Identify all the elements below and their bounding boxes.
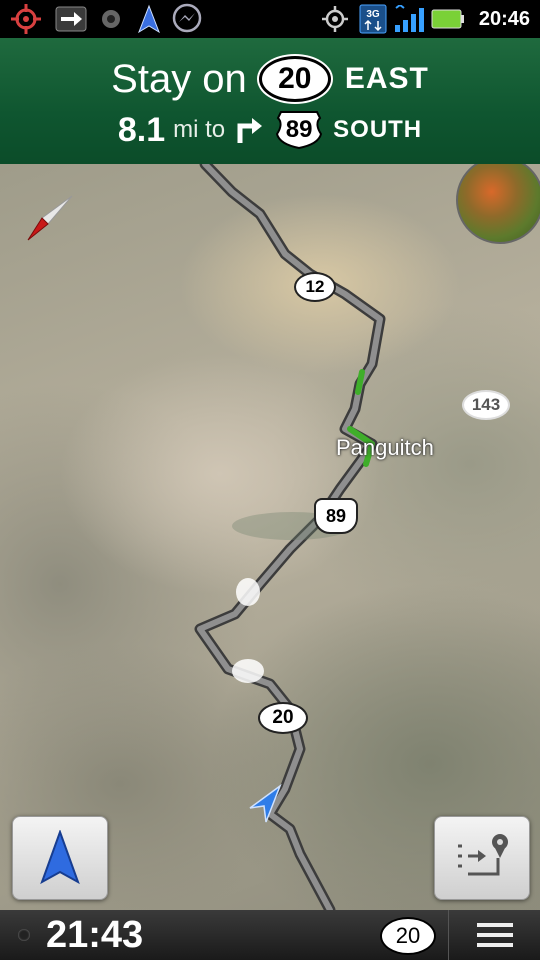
route-143-shield: 143 — [462, 390, 510, 420]
crosshair-gps-icon — [8, 4, 44, 34]
instruction-prefix: Stay on — [111, 56, 247, 101]
route-89-shield: 89 — [314, 498, 358, 534]
battery-icon — [430, 4, 466, 34]
menu-icon — [477, 923, 513, 947]
current-position-arrow-icon — [248, 783, 284, 829]
route-list-icon — [458, 834, 508, 876]
gps-target-icon — [320, 4, 350, 34]
right-turn-icon — [235, 115, 265, 145]
navigation-banner[interactable]: Stay on 20 EAST 8.1 mi to 89 SOUTH — [0, 38, 540, 164]
status-bar: 3G 20:46 — [0, 0, 540, 38]
status-clock: 20:46 — [478, 8, 530, 30]
map-view[interactable]: 12 143 89 20 Panguitch — [0, 164, 540, 910]
route-overview-button[interactable] — [434, 816, 530, 900]
network-type-label: 3G — [366, 9, 380, 20]
navigation-arrow-icon — [40, 830, 80, 885]
status-dot-icon — [18, 929, 30, 941]
messenger-icon — [168, 3, 206, 34]
distance-unit: mi to — [173, 116, 226, 143]
arrival-time[interactable]: 21:43 — [46, 912, 143, 958]
instruction-line-2: 8.1 mi to 89 SOUTH — [0, 108, 540, 152]
compass-icon[interactable] — [22, 192, 78, 253]
current-road-shield: 20 — [258, 56, 331, 102]
route-12-shield: 12 — [294, 272, 336, 302]
distance-value: 8.1 — [117, 110, 166, 149]
town-label: Panguitch — [336, 435, 434, 460]
record-icon — [96, 4, 126, 34]
next-direction: SOUTH — [333, 116, 423, 143]
menu-button[interactable] — [448, 910, 540, 960]
instruction-line-1: Stay on 20 EAST — [0, 52, 540, 106]
current-direction: EAST — [344, 62, 429, 95]
usb-arrow-icon — [54, 4, 88, 34]
route-20-shield: 20 — [258, 702, 308, 734]
data-transfer-icon: 3G — [358, 4, 388, 34]
signal-strength-icon — [392, 4, 428, 34]
us-route-shield: 89 — [275, 110, 323, 150]
bottom-bar: 21:43 20 — [0, 910, 540, 960]
navigation-arrow-icon — [134, 4, 164, 34]
next-road-number: 89 — [285, 116, 313, 143]
recenter-button[interactable] — [12, 816, 108, 900]
current-road-badge: 20 — [380, 917, 436, 955]
